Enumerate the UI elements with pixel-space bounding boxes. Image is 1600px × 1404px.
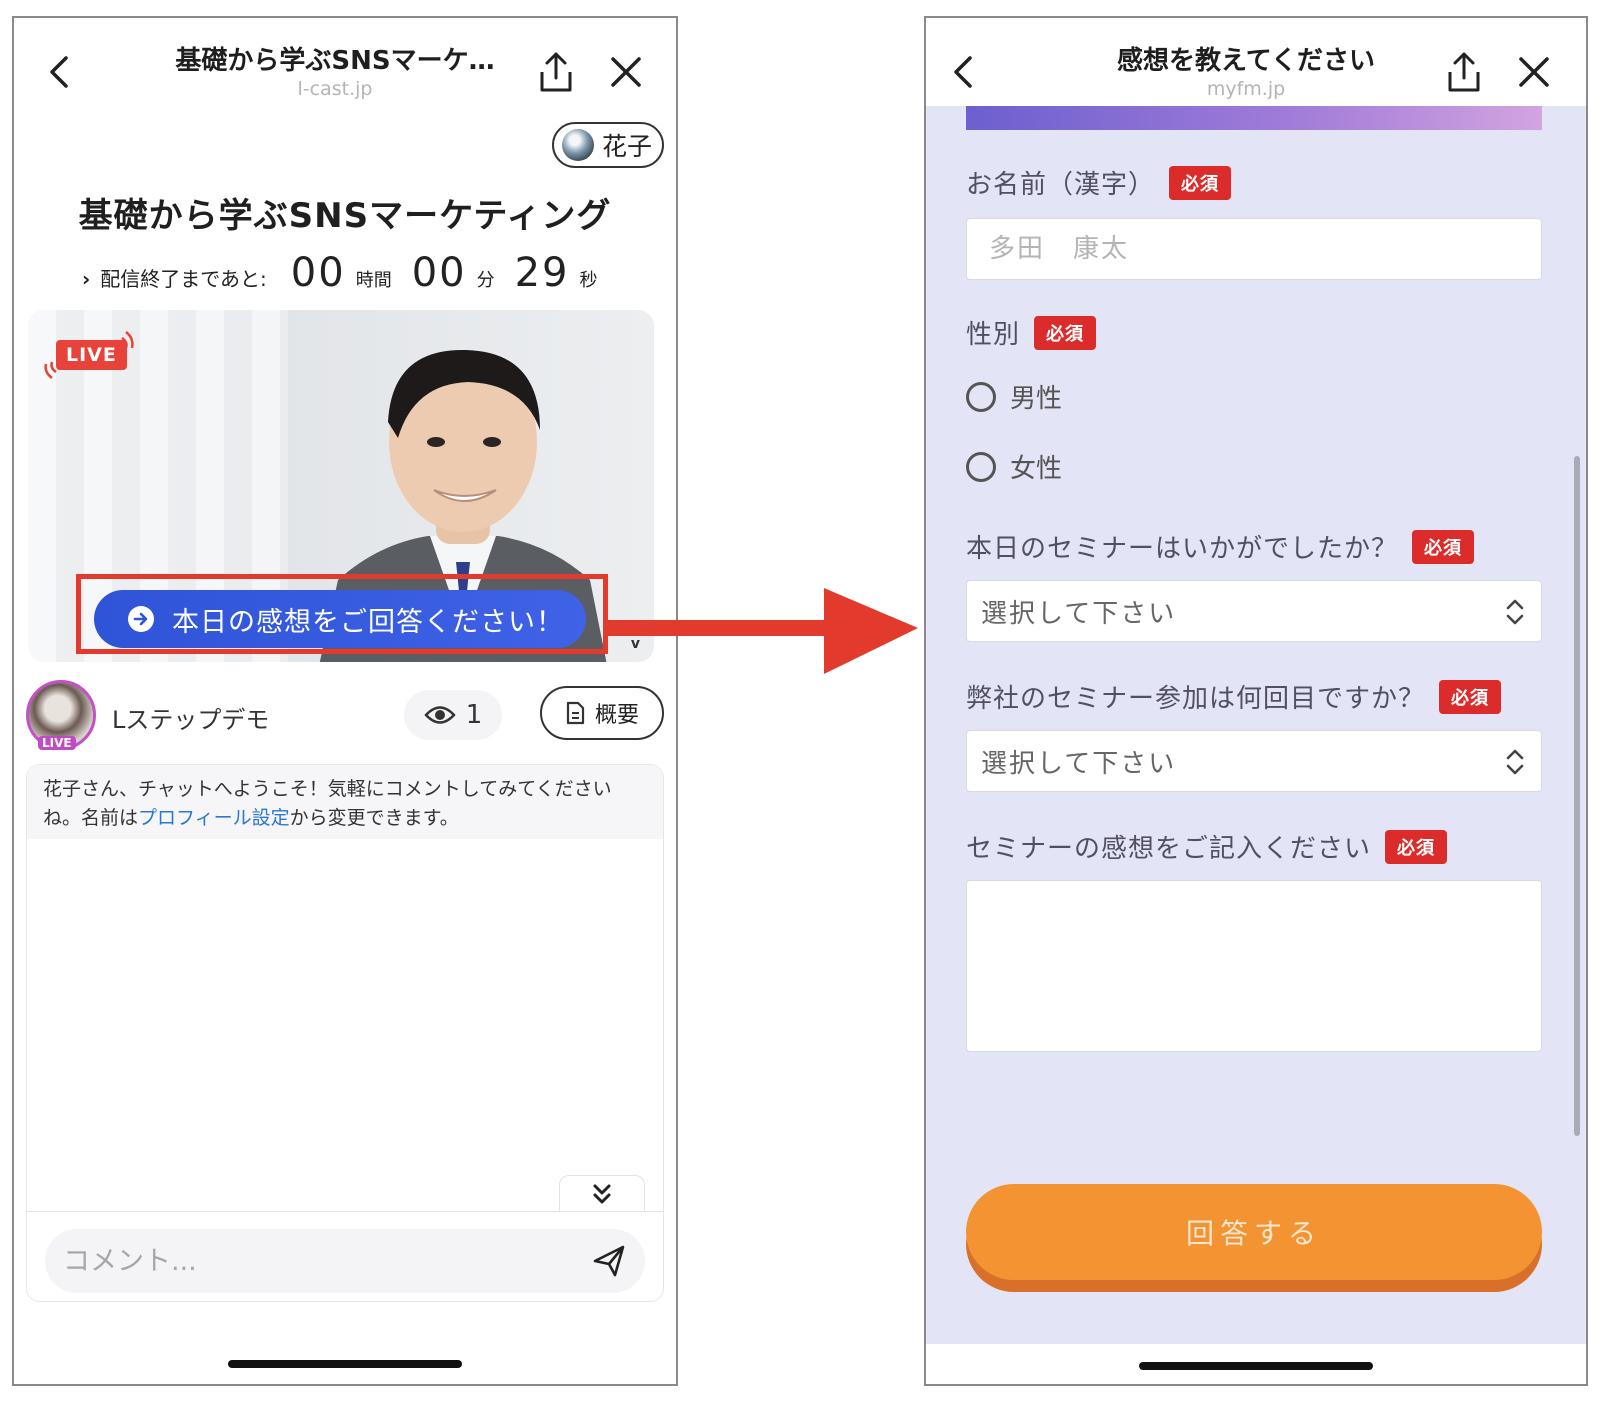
chat-panel: 花子さん、チャットへようこそ！気軽にコメントしてみてくださいね。名前はプロフィー… [26, 764, 664, 1302]
close-icon[interactable] [1514, 52, 1554, 92]
countdown-hours-unit: 時間 [355, 270, 392, 291]
gender-option-female[interactable]: 女性 [966, 448, 1062, 485]
countdown-seconds-unit: 秒 [579, 270, 598, 291]
channel-info-row: LIVE Lステップデモ 1 概要 [26, 680, 664, 752]
user-avatar [562, 129, 594, 161]
countdown-label: 配信終了まであと: [100, 267, 267, 291]
submit-button[interactable]: 回答する [966, 1184, 1542, 1280]
browser-url: l-cast.jp [297, 78, 373, 100]
q2-select[interactable]: 選択して下さい [966, 730, 1542, 792]
required-badge: 必須 [1169, 165, 1232, 200]
required-badge: 必須 [1034, 315, 1097, 350]
q2-label-text: 弊社のセミナー参加は何回目ですか？ [966, 684, 1426, 714]
close-icon[interactable] [606, 52, 646, 92]
q1-label-text: 本日のセミナーはいかがでしたか？ [966, 534, 1399, 564]
summary-button-label: 概要 [594, 703, 639, 728]
up-down-chevron-icon [1506, 599, 1524, 625]
chat-welcome-message: 花子さん、チャットへようこそ！気軽にコメントしてみてくださいね。名前はプロフィー… [27, 765, 663, 839]
gender-label-text: 性別 [966, 320, 1021, 350]
flow-arrow [606, 588, 918, 674]
gender-option-label: 男性 [1010, 384, 1063, 414]
q2-label: 弊社のセミナー参加は何回目ですか？ 必須 [966, 678, 1502, 715]
user-name: 花子 [602, 132, 653, 161]
name-field-label: お名前（漢字） 必須 [966, 164, 1232, 201]
live-badge: LIVE [42, 326, 136, 382]
browser-title: 基礎から学ぶSNSマーケ… [175, 46, 495, 76]
q1-select-value: 選択して下さい [981, 598, 1177, 629]
countdown-timer: › 配信終了まであと: 00 時間 00 分 29 秒 [82, 250, 608, 300]
browser-header: 感想を教えてください myfm.jp [926, 18, 1586, 118]
q2-select-value: 選択して下さい [981, 748, 1177, 779]
countdown-chevron-icon: › [82, 267, 91, 291]
required-badge: 必須 [1385, 829, 1448, 864]
name-input[interactable] [966, 218, 1542, 280]
q3-label-text: セミナーの感想をご記入ください [966, 834, 1372, 864]
chat-divider [27, 1211, 663, 1212]
countdown-minutes-unit: 分 [476, 270, 495, 291]
form-header-gradient [966, 106, 1542, 130]
share-icon[interactable] [536, 50, 576, 94]
required-badge: 必須 [1412, 529, 1475, 564]
summary-button[interactable]: 概要 [540, 686, 664, 740]
share-icon[interactable] [1444, 50, 1484, 94]
browser-url: myfm.jp [1206, 78, 1286, 100]
live-badge-label: LIVE [56, 340, 127, 370]
viewer-count: 1 [465, 700, 483, 730]
scrollbar[interactable] [1574, 456, 1580, 1136]
home-indicator [1139, 1362, 1373, 1370]
q1-select[interactable]: 選択して下さい [966, 580, 1542, 642]
countdown-hours: 00 [290, 250, 346, 296]
gender-field-label: 性別 必須 [966, 314, 1097, 351]
countdown-minutes: 00 [411, 250, 467, 296]
countdown-seconds: 29 [514, 250, 570, 296]
event-title: 基礎から学ぶSNSマーケティング [78, 196, 612, 236]
send-icon[interactable] [591, 1243, 627, 1279]
feedback-form: お名前（漢字） 必須 性別 必須 男性 女性 本日のセミナーはいかがでしたか？ … [926, 106, 1586, 1344]
scroll-to-bottom-button[interactable] [559, 1175, 645, 1211]
back-chevron-icon[interactable] [944, 52, 984, 92]
comment-box [45, 1229, 645, 1293]
channel-live-tag: LIVE [38, 736, 76, 750]
right-phone-screen: 感想を教えてください myfm.jp お名前（漢字） 必須 性別 必須 男性 女… [924, 16, 1588, 1386]
browser-title: 感想を教えてください [1117, 46, 1375, 76]
q1-label: 本日のセミナーはいかがでしたか？ 必須 [966, 528, 1475, 565]
browser-header: 基礎から学ぶSNSマーケ… l-cast.jp [14, 18, 676, 118]
user-profile-pill[interactable]: 花子 [552, 122, 664, 168]
eye-icon [424, 706, 456, 724]
back-chevron-icon[interactable] [40, 52, 80, 92]
cta-highlight-annotation [76, 574, 608, 654]
q3-label: セミナーの感想をご記入ください 必須 [966, 828, 1448, 865]
left-phone-screen: 基礎から学ぶSNSマーケ… l-cast.jp 花子 基礎から学ぶSNSマーケテ… [12, 16, 678, 1386]
home-indicator [228, 1360, 462, 1368]
name-label-text: お名前（漢字） [966, 170, 1156, 200]
required-badge: 必須 [1439, 679, 1502, 714]
channel-name: Lステップデモ [112, 706, 270, 734]
radio-button[interactable] [966, 451, 996, 482]
profile-settings-link[interactable]: プロフィール設定 [138, 807, 290, 829]
gender-option-label: 女性 [1010, 454, 1063, 484]
up-down-chevron-icon [1506, 749, 1524, 775]
welcome-text-2: から変更できます。 [289, 807, 459, 829]
radio-button[interactable] [966, 381, 996, 412]
document-icon [566, 701, 585, 725]
gender-option-male[interactable]: 男性 [966, 378, 1062, 415]
comment-input[interactable] [63, 1239, 543, 1283]
double-chevron-down-icon [593, 1184, 611, 1203]
q3-textarea[interactable] [966, 880, 1542, 1052]
viewer-count-badge: 1 [404, 690, 502, 740]
